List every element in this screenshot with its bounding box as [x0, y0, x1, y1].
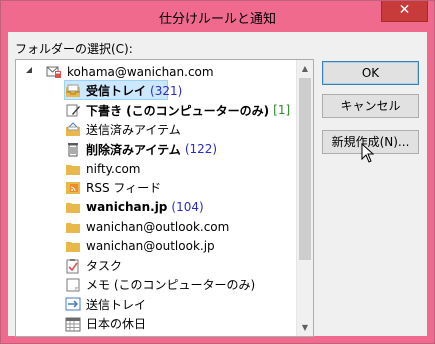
dialog-client-area: フォルダーの選択(C): kohama@wanichan.com 受信トレイ (32… — [8, 32, 427, 337]
sent-items-icon — [65, 121, 81, 138]
unread-count: [637] — [150, 336, 182, 337]
tree-scrollbar[interactable]: ▲ ▼ — [296, 60, 313, 336]
rss-icon — [65, 180, 81, 196]
tree-item[interactable]: nifty.com — [65, 159, 141, 178]
tree-item-label: 迷惑メール — [86, 335, 146, 336]
tree-item[interactable]: wanichan@outlook.com — [65, 217, 229, 236]
tree-item-label: 送信トレイ — [86, 297, 147, 312]
task-icon — [65, 258, 81, 274]
trash-icon — [65, 141, 81, 157]
tree-item-label: wanichan@outlook.jp — [86, 239, 215, 254]
tree-item[interactable]: タスク — [65, 256, 122, 275]
tree-item[interactable]: 日本の休日 — [65, 314, 146, 333]
window-title: 仕分けルールと通知 — [158, 12, 276, 27]
unread-count: [1] — [273, 103, 291, 118]
tree-root-account[interactable]: kohama@wanichan.com — [46, 62, 214, 81]
junk-icon — [65, 335, 81, 336]
scroll-down-button[interactable]: ▼ — [297, 319, 313, 336]
tree-item-label: nifty.com — [86, 161, 141, 176]
folder-select-label: フォルダーの選択(C): — [15, 42, 133, 56]
title-bar[interactable]: 仕分けルールと通知 ✕ — [1, 1, 434, 32]
tree-item[interactable]: 迷惑メール [637] — [65, 334, 182, 337]
tree-item[interactable]: 削除済みアイテム (122) — [65, 140, 217, 159]
unread-count: (122) — [184, 142, 218, 157]
scroll-up-button[interactable]: ▲ — [297, 60, 313, 77]
tree-item-label: 送信済みアイテム — [86, 123, 181, 138]
folder-icon — [65, 238, 81, 254]
unread-count: (321) — [150, 83, 183, 98]
dialog-window: 仕分けルールと通知 ✕ フォルダーの選択(C): kohama@wanichan… — [0, 0, 435, 344]
tree-item[interactable]: 送信トレイ — [65, 295, 146, 314]
note-icon — [65, 277, 81, 293]
tree-item[interactable]: 送信済みアイテム — [65, 120, 181, 139]
cancel-button[interactable]: キャンセル — [322, 94, 419, 118]
tree-item[interactable]: 受信トレイ (321) — [65, 81, 182, 100]
folder-icon — [65, 199, 81, 215]
tree-item-label: 日本の休日 — [86, 317, 147, 332]
tree-item-label: wanichan.jp — [86, 200, 168, 215]
scroll-thumb[interactable] — [299, 78, 311, 260]
collapse-arrow-icon[interactable] — [26, 67, 33, 74]
mouse-pointer-icon — [361, 143, 375, 163]
calendar-icon — [65, 316, 81, 332]
tree-item-label: kohama@wanichan.com — [67, 64, 214, 79]
tree-item-label: 削除済みアイテム — [86, 142, 181, 157]
tree-item-label: メモ (このコンピューターのみ) — [86, 278, 256, 293]
account-icon — [46, 64, 62, 80]
folder-tree[interactable]: kohama@wanichan.com 受信トレイ (321) 下書き (このコンピュ… — [15, 59, 314, 337]
drafts-icon — [65, 102, 81, 118]
tree-item[interactable]: RSS フィード — [65, 178, 161, 197]
tree-item[interactable]: メモ (このコンピューターのみ) — [65, 275, 255, 294]
ok-button[interactable]: OK — [322, 61, 419, 85]
close-button[interactable]: ✕ — [381, 1, 428, 22]
tree-item-label: wanichan@outlook.com — [86, 219, 230, 234]
tree-item[interactable]: wanichan.jp (104) — [65, 198, 204, 217]
folder-icon — [65, 219, 81, 235]
tree-item-label: 下書き (このコンピューターのみ) — [86, 103, 270, 118]
tree-item-label: 受信トレイ — [86, 84, 147, 99]
inbox-icon — [65, 83, 81, 99]
outbox-icon — [65, 296, 81, 312]
tree-item-label: タスク — [86, 259, 123, 273]
unread-count: (104) — [171, 200, 204, 215]
tree-item-label: RSS フィード — [86, 181, 162, 196]
tree-item[interactable]: 下書き (このコンピューターのみ) [1] — [65, 101, 290, 120]
folder-icon — [65, 161, 81, 177]
tree-item[interactable]: wanichan@outlook.jp — [65, 237, 215, 256]
